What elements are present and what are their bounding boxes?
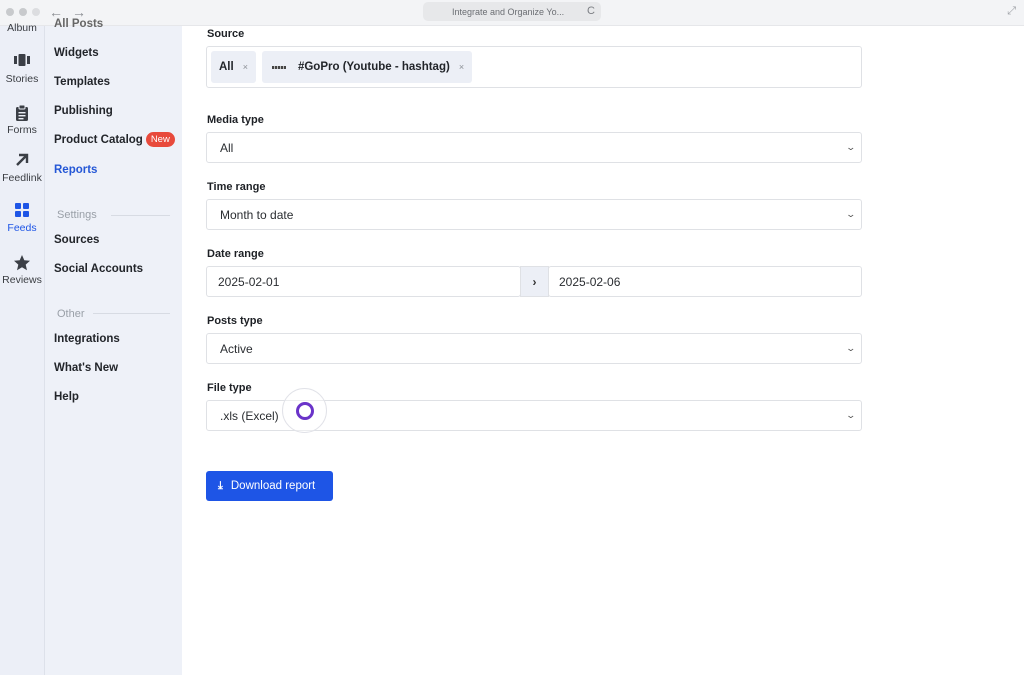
chevron-down-icon: ⌄ <box>845 343 857 353</box>
date-range-label: Date range <box>207 248 264 260</box>
subnav-item-product-catalog[interactable]: Product Catalog New <box>54 132 175 147</box>
media-type-select[interactable]: All ⌄ <box>206 132 862 163</box>
cursor-dot-icon <box>296 402 314 420</box>
file-type-label: File type <box>207 382 252 394</box>
remove-chip-icon[interactable]: × <box>459 62 464 72</box>
rail-item-feeds[interactable]: Feeds <box>0 202 44 234</box>
chip-label: All <box>219 61 234 73</box>
time-range-select[interactable]: Month to date ⌄ <box>206 199 862 230</box>
rail-item-feedlink[interactable]: Feedlink <box>0 152 44 184</box>
clipboard-icon <box>0 104 44 122</box>
start-date-input[interactable]: 2025-02-01 <box>206 266 521 297</box>
rail-label: Feedlink <box>2 172 42 184</box>
window-controls <box>6 8 40 16</box>
subnav-item-integrations[interactable]: Integrations <box>54 333 120 345</box>
arrow-up-right-icon <box>0 152 44 170</box>
source-thumbnail-icon <box>270 61 288 73</box>
select-value: Month to date <box>220 207 294 222</box>
other-section-title: Other <box>57 308 85 320</box>
download-icon: ⤓ <box>218 479 223 492</box>
rail-label: Album <box>7 22 37 34</box>
reload-icon[interactable]: C <box>587 5 595 17</box>
posts-type-label: Posts type <box>207 315 263 327</box>
media-type-label: Media type <box>207 114 264 126</box>
feeds-subnav: All Posts Widgets Templates Publishing P… <box>45 18 182 675</box>
grid-icon <box>0 202 44 220</box>
mouse-cursor-indicator <box>282 388 327 433</box>
icon-rail: Album Stories Forms Feedlink Feeds Revie… <box>0 22 45 675</box>
subnav-item-whats-new[interactable]: What's New <box>54 362 118 374</box>
section-divider <box>93 313 170 314</box>
browser-toolbar: ← → Integrate and Organize Yo... C ⤢ <box>0 0 1024 26</box>
end-date-input[interactable]: 2025-02-06 <box>548 266 862 297</box>
time-range-label: Time range <box>207 181 266 193</box>
rail-item-stories[interactable]: Stories <box>0 53 44 85</box>
button-label: Download report <box>230 480 316 492</box>
source-label: Source <box>207 28 245 40</box>
rail-label: Forms <box>7 124 37 136</box>
report-form: Source All × #GoPro (Youtube - hashtag) … <box>182 26 1024 675</box>
close-window-dot[interactable] <box>6 8 14 16</box>
rail-label: Stories <box>5 73 39 85</box>
subnav-item-publishing[interactable]: Publishing <box>54 105 113 117</box>
subnav-item-all-posts[interactable]: All Posts <box>54 18 103 30</box>
subnav-item-help[interactable]: Help <box>54 391 79 403</box>
rail-item-forms[interactable]: Forms <box>0 104 44 136</box>
chevron-down-icon: ⌄ <box>845 209 857 219</box>
source-chip-all: All × <box>211 51 256 83</box>
rail-label: Feeds <box>7 222 37 234</box>
posts-type-select[interactable]: Active ⌄ <box>206 333 862 364</box>
subnav-item-reports[interactable]: Reports <box>54 164 97 176</box>
section-divider <box>111 215 170 216</box>
subnav-item-widgets[interactable]: Widgets <box>54 47 99 59</box>
maximize-window-dot[interactable] <box>32 8 40 16</box>
end-date-value: 2025-02-06 <box>559 274 621 289</box>
settings-section-title: Settings <box>57 209 97 221</box>
remove-chip-icon[interactable]: × <box>243 62 248 72</box>
download-report-button[interactable]: ⤓ Download report <box>206 471 333 501</box>
subnav-item-social-accounts[interactable]: Social Accounts <box>54 263 143 275</box>
select-value: All <box>220 140 234 155</box>
new-badge: New <box>145 132 175 147</box>
source-chip-gopro: #GoPro (Youtube - hashtag) × <box>261 51 473 83</box>
select-value: .xls (Excel) <box>220 408 279 423</box>
chevron-down-icon: ⌄ <box>845 142 857 152</box>
stories-icon <box>0 53 44 71</box>
address-bar[interactable]: Integrate and Organize Yo... C <box>423 2 601 21</box>
date-range-arrow-icon: › <box>520 266 549 297</box>
rail-label: Reviews <box>2 274 42 286</box>
subnav-item-sources[interactable]: Sources <box>54 234 99 246</box>
chip-label: #GoPro (Youtube - hashtag) <box>297 61 450 73</box>
rail-item-reviews[interactable]: Reviews <box>0 254 44 286</box>
chevron-down-icon: ⌄ <box>845 410 857 420</box>
start-date-value: 2025-02-01 <box>218 274 280 289</box>
star-icon <box>0 254 44 272</box>
source-multiselect[interactable]: All × #GoPro (Youtube - hashtag) × <box>206 46 862 88</box>
rail-item-album[interactable]: Album <box>0 22 44 34</box>
subnav-label: Product Catalog <box>54 134 143 146</box>
expand-icon[interactable]: ⤢ <box>1007 5 1016 18</box>
subnav-item-templates[interactable]: Templates <box>54 76 110 88</box>
select-value: Active <box>220 341 253 356</box>
minimize-window-dot[interactable] <box>19 8 27 16</box>
page-title-in-address-bar: Integrate and Organize Yo... <box>452 6 565 17</box>
